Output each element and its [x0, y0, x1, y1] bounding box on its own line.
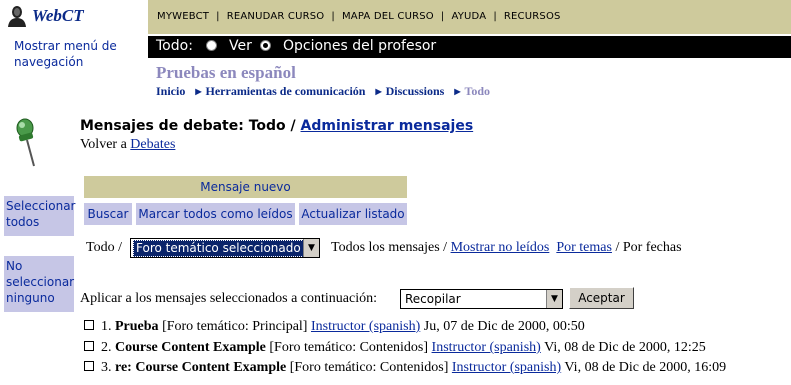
course-title: Pruebas en español — [156, 63, 296, 82]
message-number: 2. — [101, 340, 112, 355]
webct-logo[interactable]: WebCT — [6, 5, 116, 27]
all-messages-label: Todos los mensajes / — [331, 240, 448, 255]
message-checkbox[interactable] — [84, 341, 94, 351]
filter-prefix: Todo / — [86, 240, 122, 255]
manage-messages-link[interactable]: Administrar mensajes — [301, 118, 474, 134]
message-number: 1. — [101, 319, 112, 334]
page-heading: Mensajes de debate: Todo / Administrar m… — [80, 118, 473, 134]
refresh-list-button[interactable]: Actualizar listado — [299, 203, 407, 225]
message-date: Vi, 08 de Dic de 2000, 12:25 — [544, 340, 706, 355]
nav-reanudar-curso[interactable]: REANUDAR CURSO — [227, 11, 325, 22]
nav-mywebct[interactable]: MYWEBCT — [157, 11, 209, 22]
message-number: 3. — [101, 360, 112, 375]
by-topic-link[interactable]: Por temas — [556, 240, 612, 255]
message-author-link[interactable]: Instructor (spanish) — [432, 340, 541, 355]
select-none-button[interactable]: No seleccionar ninguno — [4, 256, 74, 312]
dropdown-arrow-icon: ▼ — [303, 239, 319, 257]
view-all-label: Todo: — [156, 38, 193, 54]
show-navigation-menu-link[interactable]: Mostrar menú de navegación — [14, 38, 134, 70]
nav-separator: | — [216, 11, 220, 22]
message-date: Ju, 07 de Dic de 2000, 00:50 — [423, 319, 585, 334]
apply-select-value: Recopilar — [405, 292, 461, 306]
message-date: Vi, 08 de Dic de 2000, 16:09 — [564, 360, 727, 375]
breadcrumb: Inicio ▶ Herramientas de comunicación ▶ Disc… — [156, 84, 490, 99]
select-all-button[interactable]: Seleccionar todos — [4, 196, 75, 236]
message-row: 1. Prueba [Foro temático: Principal] Ins… — [84, 319, 585, 335]
nav-separator: | — [493, 11, 497, 22]
show-unread-link[interactable]: Mostrar no leídos — [451, 240, 550, 255]
breadcrumb-inicio[interactable]: Inicio — [156, 84, 185, 98]
view-option-label: Ver — [229, 38, 252, 54]
top-nav-links: MYWEBCT | REANUDAR CURSO | MAPA DEL CURSO | AY… — [157, 11, 561, 22]
radio-view[interactable] — [206, 40, 217, 51]
heading-text: Mensajes de debate: Todo / — [80, 118, 296, 134]
radio-professor-options[interactable] — [260, 40, 271, 51]
breadcrumb-herramientas[interactable]: Herramientas de comunicación — [206, 84, 366, 98]
message-title[interactable]: re: Course Content Example — [115, 360, 286, 375]
top-navigation-bar: MYWEBCT | REANUDAR CURSO | MAPA DEL CURSO | AY… — [148, 0, 791, 34]
brand-name: WebCT — [32, 6, 84, 25]
breadcrumb-arrow-icon: ▶ — [454, 87, 461, 96]
breadcrumb-discussions[interactable]: Discussions — [386, 84, 445, 98]
nav-separator: | — [331, 11, 335, 22]
breadcrumb-current: Todo — [464, 84, 491, 98]
view-mode-bar: Todo: Ver Opciones del profesor — [148, 36, 791, 58]
bust-icon — [8, 6, 26, 27]
forum-select-value: Foro temático seleccionado — [133, 240, 304, 257]
apply-label: Aplicar a los mensajes seleccionados a c… — [80, 291, 378, 306]
back-line: Volver a Debates — [80, 137, 175, 153]
message-title[interactable]: Course Content Example — [115, 340, 266, 355]
by-date-label: / Por fechas — [615, 240, 682, 255]
new-message-button[interactable]: Mensaje nuevo — [84, 176, 407, 198]
debates-link[interactable]: Debates — [130, 137, 175, 152]
message-row: 2. Course Content Example [Foro temático… — [84, 340, 706, 356]
dropdown-arrow-icon: ▼ — [546, 290, 562, 308]
message-forum: [Foro temático: Principal] — [162, 319, 308, 334]
nav-mapa-del-curso[interactable]: MAPA DEL CURSO — [342, 11, 434, 22]
breadcrumb-arrow-icon: ▶ — [195, 87, 202, 96]
message-author-link[interactable]: Instructor (spanish) — [452, 360, 561, 375]
message-row: 3. re: Course Content Example [Foro temá… — [84, 360, 726, 376]
pushpin-icon — [16, 118, 35, 167]
search-button[interactable]: Buscar — [84, 203, 132, 225]
filter-links: Todos los mensajes / Mostrar no leídos P… — [331, 240, 682, 256]
message-checkbox[interactable] — [84, 361, 94, 371]
message-forum: [Foro temático: Contenidos] — [289, 360, 449, 375]
apply-action-select[interactable]: Recopilar ▼ — [400, 289, 563, 309]
nav-ayuda[interactable]: AYUDA — [451, 11, 486, 22]
accept-button[interactable]: Aceptar — [569, 287, 634, 309]
breadcrumb-arrow-icon: ▶ — [375, 87, 382, 96]
message-author-link[interactable]: Instructor (spanish) — [311, 319, 420, 334]
professor-options-label: Opciones del profesor — [283, 38, 437, 54]
message-title[interactable]: Prueba — [115, 319, 159, 334]
nav-recursos[interactable]: RECURSOS — [504, 11, 561, 22]
message-forum: [Foro temático: Contenidos] — [269, 340, 429, 355]
forum-select[interactable]: Foro temático seleccionado ▼ — [130, 238, 320, 258]
back-prefix: Volver a — [80, 137, 127, 152]
nav-separator: | — [440, 11, 445, 22]
message-checkbox[interactable] — [84, 320, 94, 330]
mark-all-read-button[interactable]: Marcar todos como leídos — [136, 203, 295, 225]
